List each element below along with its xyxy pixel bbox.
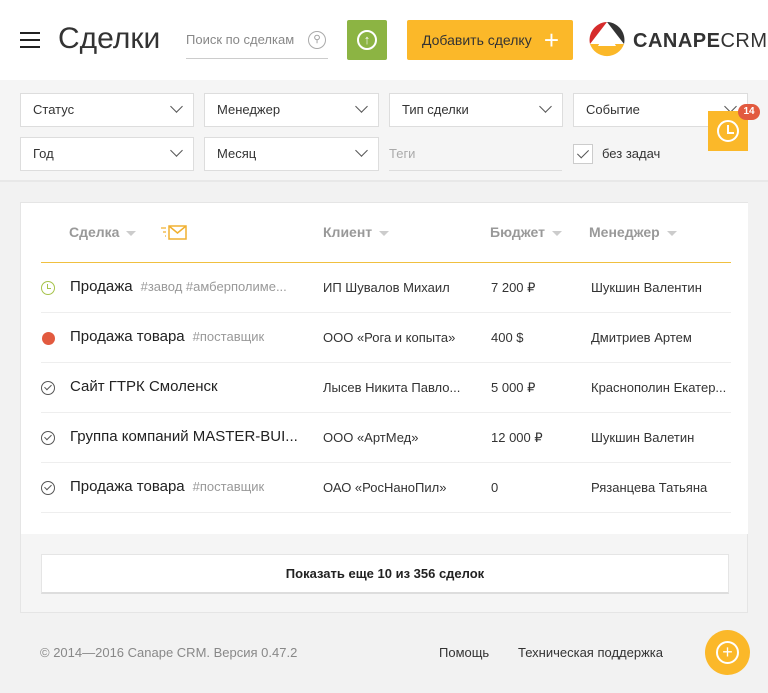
sort-icon [126,230,137,236]
logo[interactable]: CANAPECRM [588,20,768,60]
client-cell: ОАО «РосНаноПил» [323,480,447,495]
deal-tags: #поставщик [192,329,265,344]
menu-icon[interactable] [20,32,40,48]
deal-name: Продажа товара [70,478,185,495]
support-link[interactable]: Техническая поддержка [518,645,663,660]
plus-icon: + [543,25,559,55]
chevron-down-icon [355,144,368,157]
deal-type-select[interactable]: Тип сделки [389,93,563,127]
add-deal-label: Добавить сделку [422,32,532,48]
logo-icon [589,22,625,57]
search-icon[interactable]: ⚲ [308,31,326,49]
budget-cell: 7 200 ₽ [491,280,536,295]
client-cell: ООО «Рога и копыта» [323,330,456,345]
no-tasks-checkbox[interactable] [573,144,593,164]
manager-cell: Шукшин Валетин [591,430,695,445]
no-tasks-label: без задач [602,146,661,161]
column-client[interactable]: Клиент [323,224,390,240]
deal-tags: #завод #амберполиме... [140,279,287,294]
clock-icon [41,281,55,295]
deal-tags: #поставщик [192,479,265,494]
column-label: Менеджер [589,224,660,240]
arrow-up-icon: ↑ [357,30,377,50]
header: Сделки Поиск по сделкам ⚲ ↑ Добавить сдел… [0,0,768,80]
help-link[interactable]: Помощь [439,645,489,660]
chevron-down-icon [355,100,368,113]
year-label: Год [33,146,54,161]
manager-cell: Шукшин Валентин [591,280,702,295]
budget-cell: 400 $ [491,330,524,345]
deal-name-cell[interactable]: Группа компаний MASTER-BUI... [70,428,306,445]
deal-name: Продажа товара [70,328,185,345]
search-input[interactable]: Поиск по сделкам ⚲ [186,28,328,59]
deal-name-cell[interactable]: Продажа товара #поставщик [70,328,264,345]
manager-cell: Дмитриев Артем [591,330,692,345]
manager-cell: Рязанцева Татьяна [591,480,708,495]
month-label: Месяц [217,146,257,161]
search-placeholder: Поиск по сделкам [186,32,295,47]
chevron-down-icon [170,144,183,157]
client-cell: ИП Шувалов Михаил [323,280,450,295]
budget-cell: 0 [491,480,499,495]
status-label: Статус [33,102,75,117]
deal-name: Сайт ГТРК Смоленск [70,378,218,395]
table-row[interactable]: Продажа товара #поставщик ООО «Рога и коп… [41,313,731,363]
budget-cell: 5 000 ₽ [491,380,536,395]
column-deal[interactable]: Сделка [69,224,137,240]
check-circle-icon [41,481,55,495]
tags-placeholder: Теги [389,146,416,161]
plus-icon: + [716,641,739,664]
status-select[interactable]: Статус [20,93,194,127]
add-deal-button[interactable]: Добавить сделку + [407,20,573,60]
deal-name-cell[interactable]: Продажа товара #поставщик [70,478,264,495]
sort-icon [551,230,562,236]
client-cell: Лысев Никита Павло... [323,380,461,395]
check-circle-icon [41,431,55,445]
page-title: Сделки [58,22,161,55]
table-row[interactable]: Продажа товара #поставщик ОАО «РосНаноПил… [41,463,731,513]
deal-name: Продажа [70,278,133,295]
deal-name-cell[interactable]: Сайт ГТРК Смоленск [70,378,226,395]
manager-select[interactable]: Менеджер [204,93,379,127]
status-dot-icon [42,332,55,345]
column-label: Клиент [323,224,373,240]
check-circle-icon [41,381,55,395]
chevron-down-icon [170,100,183,113]
column-budget[interactable]: Бюджет [490,224,562,240]
manager-label: Менеджер [217,102,281,117]
column-label: Бюджет [490,224,545,240]
deals-card: Сделка Клиент Бюджет Менеджер Продажа #за… [20,202,748,613]
table-row[interactable]: Сайт ГТРК Смоленск Лысев Никита Павло...… [41,363,731,413]
manager-cell: Краснополин Екатер... [591,380,727,395]
mail-icon[interactable] [160,225,188,241]
clock-icon [717,120,739,142]
year-select[interactable]: Год [20,137,194,171]
sort-icon [379,230,390,236]
logo-text: CANAPE [633,30,721,52]
client-cell: ООО «АртМед» [323,430,419,445]
filters-panel: Статус Менеджер Тип сделки Событие Год М… [0,80,768,182]
tags-input[interactable]: Теги [389,137,562,171]
logo-text-crm: CRM [720,30,768,52]
add-fab-button[interactable]: + [705,630,750,675]
copyright: © 2014—2016 Canape CRM. Версия 0.47.2 [40,645,298,660]
deal-type-label: Тип сделки [402,102,469,117]
upload-button[interactable]: ↑ [347,20,387,60]
tasks-count-badge: 14 [738,104,760,120]
show-more-button[interactable]: Показать еще 10 из 356 сделок [41,554,729,594]
deal-name: Группа компаний MASTER-BUI... [70,428,298,445]
deals-table: Сделка Клиент Бюджет Менеджер Продажа #за… [21,203,748,534]
deal-name-cell[interactable]: Продажа #завод #амберполиме... [70,278,287,295]
budget-cell: 12 000 ₽ [491,430,543,445]
column-manager[interactable]: Менеджер [589,224,677,240]
sort-icon [666,230,677,236]
chevron-down-icon [539,100,552,113]
month-select[interactable]: Месяц [204,137,379,171]
column-label: Сделка [69,224,120,240]
table-row[interactable]: Группа компаний MASTER-BUI... ООО «АртМе… [41,413,731,463]
table-row[interactable]: Продажа #завод #амберполиме... ИП Шувалов… [41,263,731,313]
event-label: Событие [586,102,640,117]
